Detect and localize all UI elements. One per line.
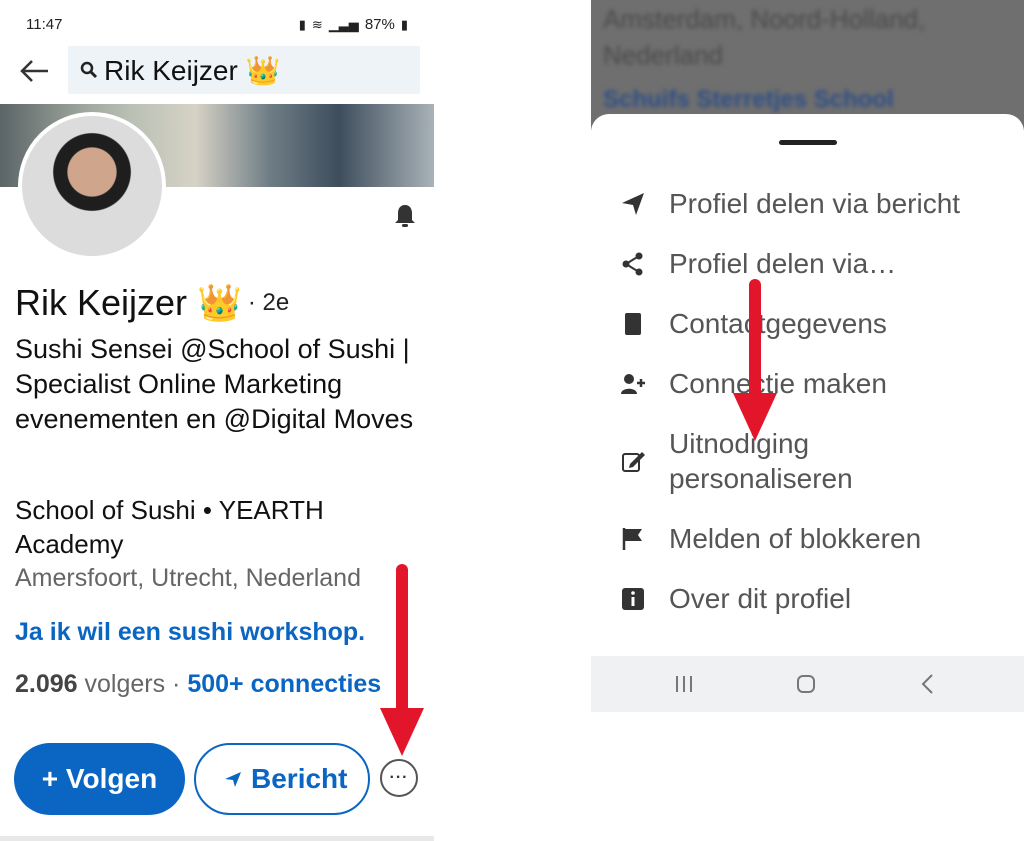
profile-website-link[interactable]: Ja ik wil een sushi workshop. xyxy=(15,618,365,647)
wifi-icon: ≋ xyxy=(311,16,323,32)
signal-icon: ▁▃▅ xyxy=(328,16,359,32)
menu-item-label: Melden of blokkeren xyxy=(669,523,922,554)
menu-item-label: Connectie maken xyxy=(669,368,887,399)
send-icon xyxy=(225,772,241,787)
battery-saver-icon: ▮ xyxy=(298,16,306,32)
profile-headline: Sushi Sensei @School of Sushi | Speciali… xyxy=(15,334,414,434)
recent-apps-icon[interactable] xyxy=(669,670,699,698)
followers-count: 2.096 xyxy=(15,670,78,698)
profile-stats: 2.096 volgers · 500+ connecties xyxy=(15,670,381,699)
menu-item-label: Contactgegevens xyxy=(669,308,887,339)
menu-item-label: Over dit profiel xyxy=(669,583,852,614)
info-icon xyxy=(619,585,647,613)
profile-name: Rik Keijzer 👑 xyxy=(15,282,242,323)
add-person-icon xyxy=(619,370,647,398)
drag-handle[interactable] xyxy=(779,140,837,145)
search-bar[interactable]: Rik Keijzer 👑 xyxy=(68,46,420,94)
status-icons: ▮ ≋ ▁▃▅ 87% ▮ xyxy=(299,16,408,33)
avatar[interactable] xyxy=(18,112,166,260)
edit-icon xyxy=(619,447,647,475)
contact-book-icon xyxy=(619,310,647,338)
background-text: Nederland xyxy=(603,40,723,70)
send-icon xyxy=(619,190,647,218)
search-icon xyxy=(80,61,98,79)
menu-item-connect[interactable]: Connectie maken xyxy=(619,366,1019,401)
menu-item-personalize-invite[interactable]: Uitnodiging personaliseren xyxy=(619,426,1019,496)
options-screen: Amsterdam, Noord-Holland, Nederland Schu… xyxy=(591,0,1024,841)
menu-item-label: Profiel delen via… xyxy=(669,248,897,279)
annotation-arrow xyxy=(380,564,424,756)
battery-icon: ▮ xyxy=(400,16,408,32)
home-icon[interactable] xyxy=(791,670,821,698)
status-time: 11:47 xyxy=(26,16,63,33)
message-label: Bericht xyxy=(251,763,348,794)
menu-item-share-via[interactable]: Profiel delen via… xyxy=(619,246,1019,281)
profile-company: School of Sushi • YEARTH Academy xyxy=(15,495,324,559)
background-text: Schuifs Sterretjes School xyxy=(603,86,894,113)
followers-label: volgers · xyxy=(84,670,181,698)
back-icon[interactable] xyxy=(913,670,943,698)
bottom-sheet: Profiel delen via bericht Profiel delen … xyxy=(591,114,1024,656)
menu-item-contact-info[interactable]: Contactgegevens xyxy=(619,306,1019,341)
battery-text: 87% xyxy=(364,16,395,33)
menu-item-label: Uitnodiging personaliseren xyxy=(669,428,853,494)
status-bar: 11:47 ▮ ≋ ▁▃▅ 87% ▮ xyxy=(0,0,434,46)
connection-degree: · 2e xyxy=(247,289,290,316)
menu-item-report-block[interactable]: Melden of blokkeren xyxy=(619,521,1019,556)
menu-item-label: Profiel delen via bericht xyxy=(669,188,961,219)
android-nav-bar xyxy=(591,656,1024,712)
menu-item-about-profile[interactable]: Over dit profiel xyxy=(619,581,1019,616)
annotation-arrow xyxy=(733,279,777,441)
profile-screen: 11:47 ▮ ≋ ▁▃▅ 87% ▮ Rik Keijzer 👑 Rik Ke… xyxy=(0,0,434,841)
profile-name-row: Rik Keijzer 👑 · 2e xyxy=(15,282,289,324)
more-options-button[interactable]: ··· xyxy=(380,759,418,797)
follow-button[interactable]: + Volgen xyxy=(14,743,185,815)
back-arrow-icon[interactable] xyxy=(18,58,50,84)
profile-location: Amersfoort, Utrecht, Nederland xyxy=(15,564,361,592)
message-button[interactable]: Bericht xyxy=(194,743,370,815)
connections-link[interactable]: 500+ connecties xyxy=(187,670,381,698)
background-text: Amsterdam, Noord-Holland, xyxy=(603,4,926,34)
menu-item-share-message[interactable]: Profiel delen via bericht xyxy=(619,186,1019,221)
share-icon xyxy=(619,250,647,278)
bell-icon[interactable] xyxy=(392,202,418,230)
divider xyxy=(0,836,434,841)
flag-icon xyxy=(619,525,647,553)
search-query: Rik Keijzer 👑 xyxy=(104,54,281,86)
